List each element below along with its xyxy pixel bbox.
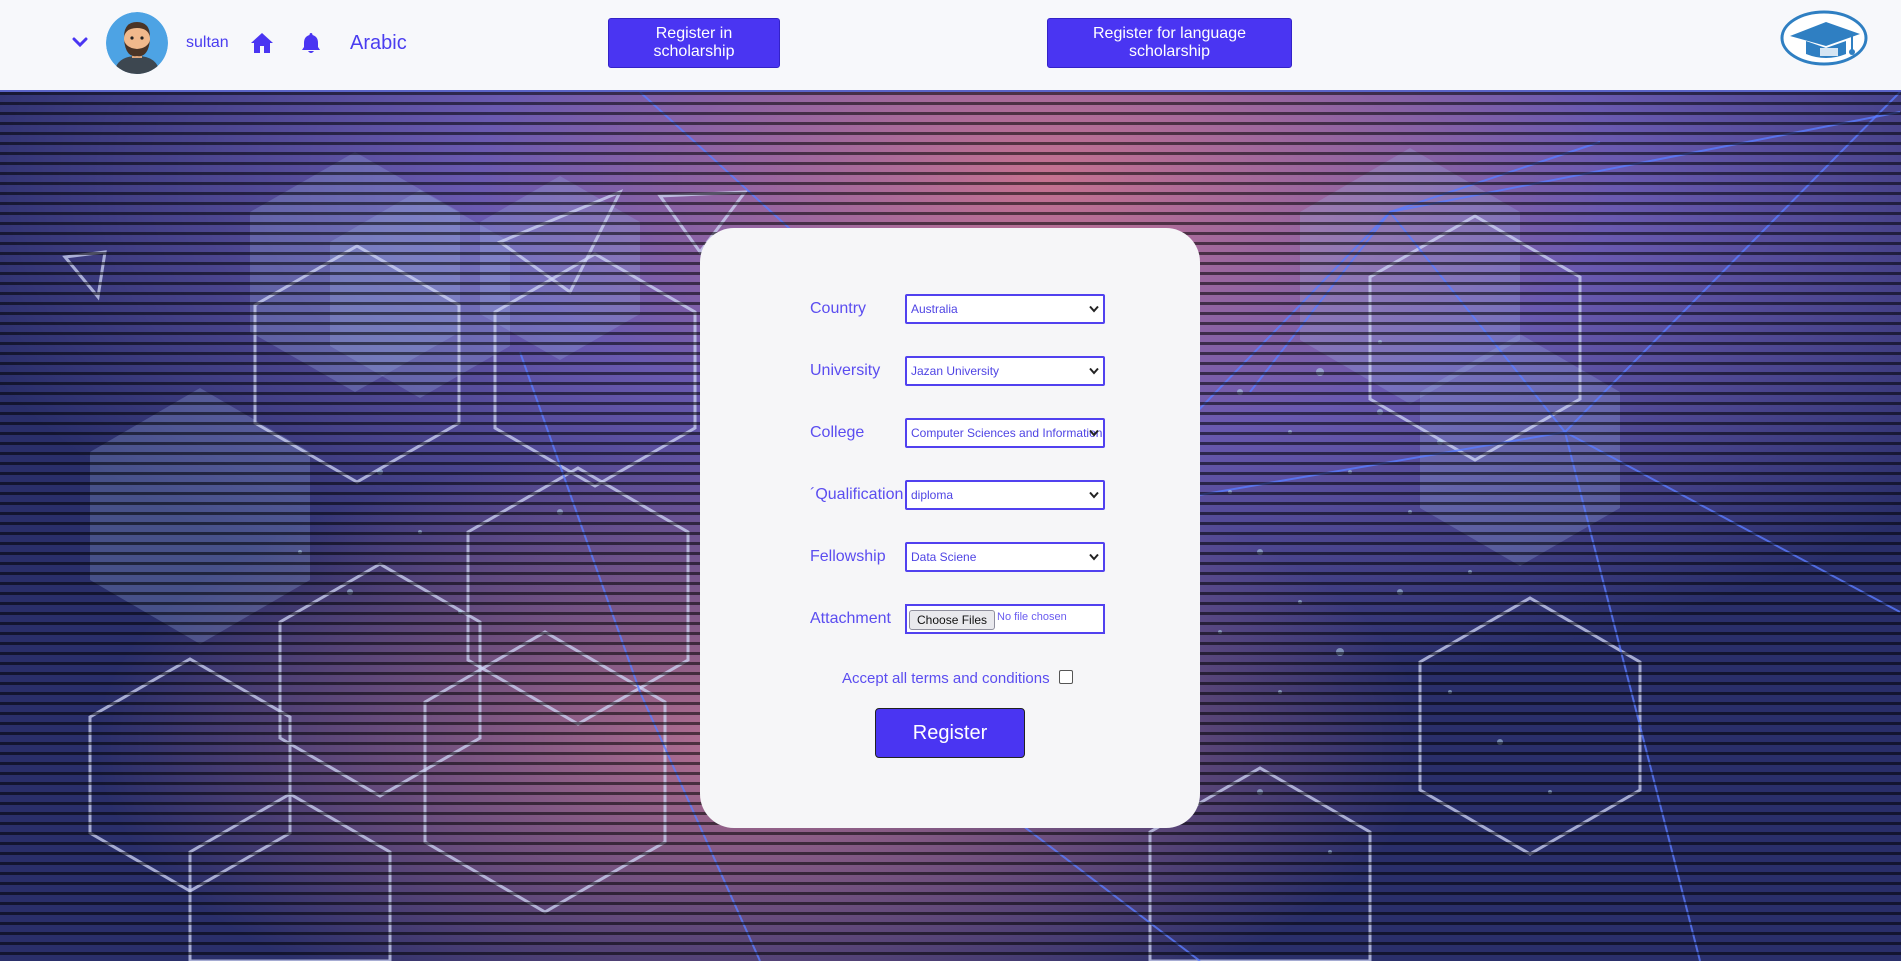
qualification-select[interactable]: diploma: [905, 480, 1105, 510]
fellowship-label: Fellowship: [810, 548, 886, 565]
attachment-file-input[interactable]: Choose Files No file chosen: [905, 604, 1105, 634]
username-label: sultan: [186, 34, 229, 51]
country-label: Country: [810, 300, 867, 317]
select-arrow-icon: [1089, 491, 1099, 499]
country-row: Country Australia: [810, 294, 1110, 326]
university-label: University: [810, 362, 881, 379]
avatar[interactable]: [106, 12, 168, 74]
select-arrow-icon: [1089, 429, 1099, 437]
university-row: University Jazan University: [810, 356, 1110, 388]
select-arrow-icon: [1089, 305, 1099, 313]
attachment-row: Attachment Choose Files No file chosen: [810, 604, 1110, 636]
college-row: College Computer Sciences and Informatio…: [810, 418, 1110, 450]
top-navbar: sultan Arabic Register in scholarship Re…: [0, 0, 1901, 92]
bell-icon[interactable]: [301, 32, 321, 54]
choose-files-button[interactable]: Choose Files: [909, 610, 996, 630]
university-select-value: Jazan University: [911, 364, 1000, 378]
attachment-label: Attachment: [810, 610, 891, 627]
college-select-value: Computer Sciences and Information: [911, 426, 1103, 440]
select-arrow-icon: [1089, 553, 1099, 561]
select-arrow-icon: [1089, 367, 1099, 375]
home-icon[interactable]: [250, 32, 274, 54]
graduation-cap-logo: [1780, 10, 1868, 66]
university-select[interactable]: Jazan University: [905, 356, 1105, 386]
fellowship-select[interactable]: Data Sciene: [905, 542, 1105, 572]
country-select-value: Australia: [911, 302, 958, 316]
registration-form-card: Country Australia University Jazan Unive…: [700, 228, 1200, 828]
qualification-select-value: diploma: [911, 488, 954, 502]
college-label: College: [810, 424, 865, 441]
register-scholarship-button[interactable]: Register in scholarship: [608, 18, 780, 68]
register-language-scholarship-button[interactable]: Register for language scholarship: [1047, 18, 1292, 68]
language-switch-link[interactable]: Arabic: [350, 32, 407, 55]
register-submit-button[interactable]: Register: [875, 708, 1025, 758]
file-status-text: No file chosen: [997, 611, 1067, 623]
college-select[interactable]: Computer Sciences and Information: [905, 418, 1105, 448]
qualification-row: ´Qualification diploma: [810, 480, 1110, 512]
fellowship-row: Fellowship Data Sciene: [810, 542, 1110, 574]
qualification-label: ´Qualification: [810, 486, 904, 503]
terms-checkbox[interactable]: [1059, 670, 1073, 684]
country-select[interactable]: Australia: [905, 294, 1105, 324]
terms-label: Accept all terms and conditions: [842, 670, 1050, 687]
fellowship-select-value: Data Sciene: [911, 550, 977, 564]
chevron-down-icon[interactable]: [72, 36, 88, 48]
